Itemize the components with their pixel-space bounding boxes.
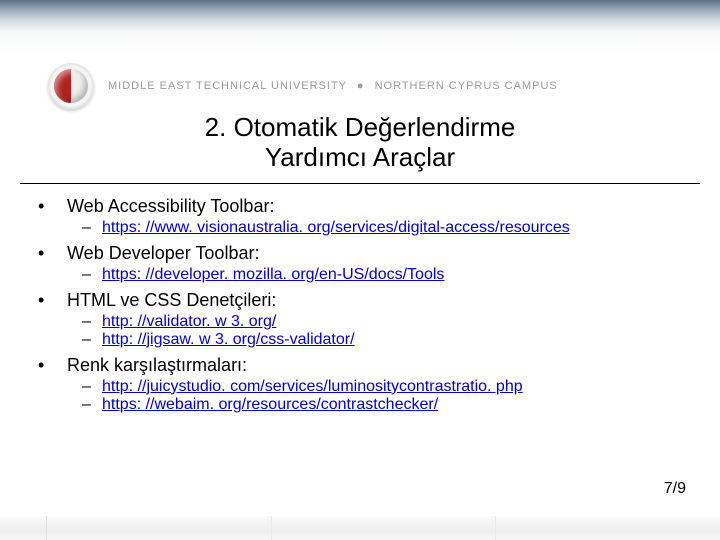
item-label: HTML ve CSS Denetçileri: (67, 290, 276, 310)
page-number: 7/9 (664, 480, 686, 498)
top-gradient-band (0, 0, 720, 55)
content: Web Accessibility Toolbar: https: //www.… (0, 196, 720, 414)
university-left: MIDDLE EAST TECHNICAL UNIVERSITY (108, 80, 347, 92)
title-underline (20, 183, 700, 184)
item-label: Web Developer Toolbar: (67, 243, 259, 263)
page-title: 2. Otomatik Değerlendirme Yardımcı Araçl… (20, 113, 700, 173)
resource-link[interactable]: https: //developer. mozilla. org/en-US/d… (102, 266, 444, 283)
list-item: Web Accessibility Toolbar: https: //www.… (42, 196, 720, 237)
footer-cell (0, 516, 47, 540)
list-item: Renk karşılaştırmaları: http: //juicystu… (42, 355, 720, 414)
footer-cell (47, 516, 272, 540)
footer-cell (272, 516, 497, 540)
title-block: 2. Otomatik Değerlendirme Yardımcı Araçl… (0, 113, 720, 179)
sub-list-item: https: //webaim. org/resources/contrastc… (82, 396, 720, 414)
sub-list-item: https: //www. visionaustralia. org/servi… (82, 219, 720, 237)
logo-circle-icon (54, 69, 88, 103)
resource-link[interactable]: https: //www. visionaustralia. org/servi… (102, 219, 570, 236)
sub-list-item: https: //developer. mozilla. org/en-US/d… (82, 266, 720, 284)
sub-list-item: http: //validator. w 3. org/ (82, 313, 720, 331)
item-label: Renk karşılaştırmaları: (67, 355, 247, 375)
sub-list-item: http: //jigsaw. w 3. org/css-validator/ (82, 331, 720, 349)
item-label: Web Accessibility Toolbar: (67, 196, 274, 216)
separator-dot-icon: ● (357, 80, 365, 92)
resource-link[interactable]: http: //validator. w 3. org/ (102, 313, 276, 330)
university-text: MIDDLE EAST TECHNICAL UNIVERSITY ● NORTH… (108, 80, 558, 92)
list-item: HTML ve CSS Denetçileri: http: //validat… (42, 290, 720, 349)
sub-list-item: http: //juicystudio. com/services/lumino… (82, 378, 720, 396)
university-right: NORTHERN CYPRUS CAMPUS (375, 80, 558, 92)
slide: MIDDLE EAST TECHNICAL UNIVERSITY ● NORTH… (0, 0, 720, 540)
resource-link[interactable]: http: //juicystudio. com/services/lumino… (102, 378, 523, 395)
university-logo (48, 63, 94, 109)
list-item: Web Developer Toolbar: https: //develope… (42, 243, 720, 284)
footer-cell (496, 516, 720, 540)
footer-bar (0, 516, 720, 540)
title-line-2: Yardımcı Araçlar (265, 142, 455, 172)
resource-link[interactable]: https: //webaim. org/resources/contrastc… (102, 396, 438, 413)
resource-link[interactable]: http: //jigsaw. w 3. org/css-validator/ (102, 331, 355, 348)
header: MIDDLE EAST TECHNICAL UNIVERSITY ● NORTH… (0, 55, 720, 117)
